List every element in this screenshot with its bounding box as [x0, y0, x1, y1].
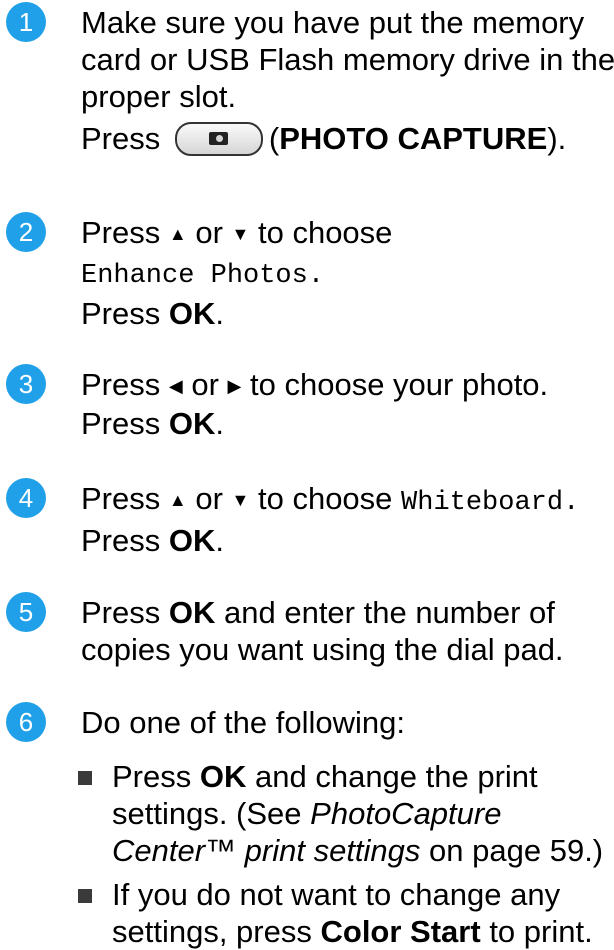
step-number: 5 [6, 592, 46, 632]
right-arrow-icon: ▶ [227, 376, 242, 396]
instruction-page: 1 Make sure you have put the memory card… [0, 0, 614, 949]
down-arrow-icon: ▼ [231, 224, 250, 244]
step-number: 3 [6, 364, 46, 404]
step-text: proper slot. [81, 79, 237, 114]
step-text: copies you want using the dial pad. [81, 632, 564, 667]
menu-option: Whiteboard [401, 488, 564, 518]
cross-reference: Center™ print settings [112, 833, 421, 868]
cross-reference: PhotoCapture [310, 796, 502, 831]
button-name: PHOTO CAPTURE [279, 121, 548, 156]
step-number: 6 [6, 702, 46, 742]
photo-capture-button[interactable] [174, 121, 263, 156]
ok-key: OK [168, 595, 216, 630]
ok-key: OK [168, 523, 216, 558]
ok-key: OK [199, 759, 247, 794]
color-start-key: Color Start [320, 914, 481, 949]
step-text: Make sure you have put the memory [81, 5, 585, 40]
down-arrow-icon: ▼ [231, 490, 250, 510]
ok-key: OK [168, 406, 216, 441]
up-arrow-icon: ▲ [168, 224, 187, 244]
menu-option: Enhance Photos [81, 261, 308, 291]
camera-icon [208, 131, 228, 145]
step-text: Do one of the following: [81, 705, 405, 740]
bullet-square-icon [78, 771, 92, 785]
ok-key: OK [168, 296, 216, 331]
list-item: Press OK and change the print settings. … [78, 758, 614, 869]
step-text: card or USB Flash memory drive in the [81, 42, 614, 77]
up-arrow-icon: ▲ [168, 490, 187, 510]
bullet-square-icon [78, 889, 92, 903]
left-arrow-icon: ◀ [168, 376, 183, 396]
list-item: If you do not want to change any setting… [78, 876, 614, 950]
step-number: 2 [6, 212, 46, 252]
step-number: 4 [6, 478, 46, 518]
step-number: 1 [6, 2, 46, 42]
